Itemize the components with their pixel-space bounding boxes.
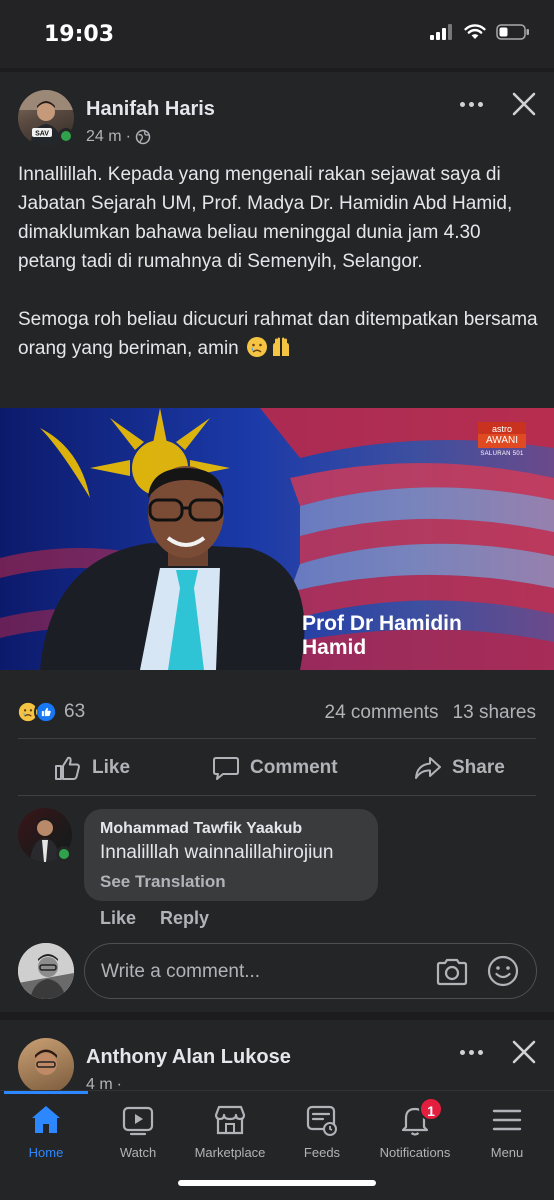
marketplace-icon: [214, 1105, 246, 1135]
image-caption: Prof Dr Hamidin Hamid: [302, 612, 462, 660]
comment-bubble[interactable]: Mohammad Tawfik Yaakub Innalilllah wainn…: [84, 809, 378, 901]
write-comment-field[interactable]: Write a comment...: [84, 943, 537, 999]
avatar-badge-text: SAV: [35, 131, 49, 138]
comment-like-button[interactable]: Like: [100, 908, 136, 929]
close-icon[interactable]: [510, 90, 538, 118]
emoji-icon[interactable]: [487, 955, 519, 987]
reaction-summary[interactable]: 63: [16, 700, 85, 724]
watch-icon: [122, 1106, 154, 1136]
meta-dot: ·: [125, 128, 131, 145]
comment-button[interactable]: Comment: [212, 755, 338, 781]
globe-icon: [135, 129, 151, 145]
my-portrait: [18, 943, 74, 999]
nav-marketplace-label: Marketplace: [194, 1145, 266, 1160]
like-label: Like: [92, 757, 131, 778]
divider-bottom: [18, 795, 536, 796]
see-translation-link[interactable]: See Translation: [100, 872, 362, 892]
camera-icon[interactable]: [435, 957, 469, 987]
menu-icon: [492, 1109, 522, 1131]
post-text: Innallillah. Kepada yang mengenali rakan…: [18, 160, 538, 363]
comment-reply-button[interactable]: Reply: [160, 908, 209, 929]
my-avatar: [18, 943, 74, 999]
thumbs-up-icon: [55, 756, 80, 780]
status-time: 19:03: [44, 22, 115, 47]
share-button[interactable]: Share: [414, 755, 505, 781]
home-icon: [32, 1106, 60, 1133]
nav-feeds[interactable]: Feeds: [274, 1103, 370, 1160]
home-indicator[interactable]: [178, 1180, 376, 1186]
comment-author[interactable]: Mohammad Tawfik Yaakub: [100, 820, 362, 838]
nav-marketplace[interactable]: Marketplace: [182, 1103, 278, 1160]
nav-notifications[interactable]: 1 Notifications: [367, 1097, 463, 1160]
brand-top: astro: [478, 422, 526, 434]
brand-main: AWANI: [478, 434, 526, 448]
post-card: SAV Hanifah Haris 24 m · Innallillah. Ke…: [0, 72, 554, 1012]
divider-top: [18, 738, 536, 739]
brand-sub: SALURAN 501: [480, 451, 524, 457]
next-close-icon[interactable]: [510, 1038, 538, 1066]
nav-home-label: Home: [28, 1145, 64, 1160]
nav-menu[interactable]: Menu: [459, 1103, 554, 1160]
comment-icon: [213, 757, 239, 780]
shares-count[interactable]: 13 shares: [453, 702, 536, 724]
comments-count[interactable]: 24 comments: [325, 702, 439, 724]
channel-logo: astro AWANI SALURAN 501: [478, 422, 526, 457]
nav-menu-label: Menu: [490, 1145, 524, 1160]
post-author-name[interactable]: Hanifah Haris: [86, 98, 215, 121]
nav-home[interactable]: Home: [0, 1103, 94, 1160]
status-icons: [430, 24, 530, 40]
notification-badge: 1: [419, 1097, 443, 1121]
share-icon: [415, 757, 441, 779]
comment-text: Innalilllah wainnalillahirojiun: [100, 842, 334, 863]
like-reaction-icon: [34, 700, 58, 724]
next-author-avatar[interactable]: [18, 1038, 74, 1094]
post-text-body: Innallillah. Kepada yang mengenali rakan…: [18, 164, 538, 359]
caption-line-2: Hamid: [302, 636, 367, 659]
write-comment-placeholder: Write a comment...: [101, 961, 261, 982]
comment-label: Comment: [250, 757, 338, 778]
post-image-graphic: [0, 408, 554, 670]
post-meta: 24 m ·: [86, 128, 151, 146]
next-author-portrait: [35, 1049, 57, 1075]
nav-watch[interactable]: Watch: [90, 1103, 186, 1160]
caption-line-1: Prof Dr Hamidin: [302, 612, 462, 635]
feeds-icon: [306, 1105, 337, 1136]
share-label: Share: [452, 757, 505, 778]
post-stats: 24 comments 13 shares: [325, 702, 537, 724]
wifi-icon: [464, 24, 486, 39]
online-indicator: [58, 128, 74, 144]
reaction-count: 63: [64, 701, 86, 722]
battery-icon: [496, 24, 529, 40]
comment-actions: Like Reply: [100, 908, 209, 929]
nav-watch-label: Watch: [119, 1145, 157, 1160]
nav-feeds-label: Feeds: [303, 1145, 341, 1160]
post-time[interactable]: 24 m: [86, 128, 122, 146]
raised-hands-icon: [273, 337, 290, 356]
more-options-icon[interactable]: [456, 94, 486, 114]
next-post-author[interactable]: Anthony Alan Lukose: [86, 1046, 291, 1069]
nav-notifications-label: Notifications: [379, 1145, 451, 1160]
next-more-options-icon[interactable]: [456, 1042, 486, 1062]
signal-icon: [430, 24, 452, 40]
commenter-online-indicator: [56, 846, 72, 862]
post-image[interactable]: astro AWANI SALURAN 501 Prof Dr Hamidin …: [0, 408, 554, 670]
status-bar: 19:03: [0, 0, 554, 68]
active-tab-indicator: [4, 1091, 88, 1094]
like-button[interactable]: Like: [54, 755, 130, 781]
crying-face-icon: [247, 337, 268, 357]
